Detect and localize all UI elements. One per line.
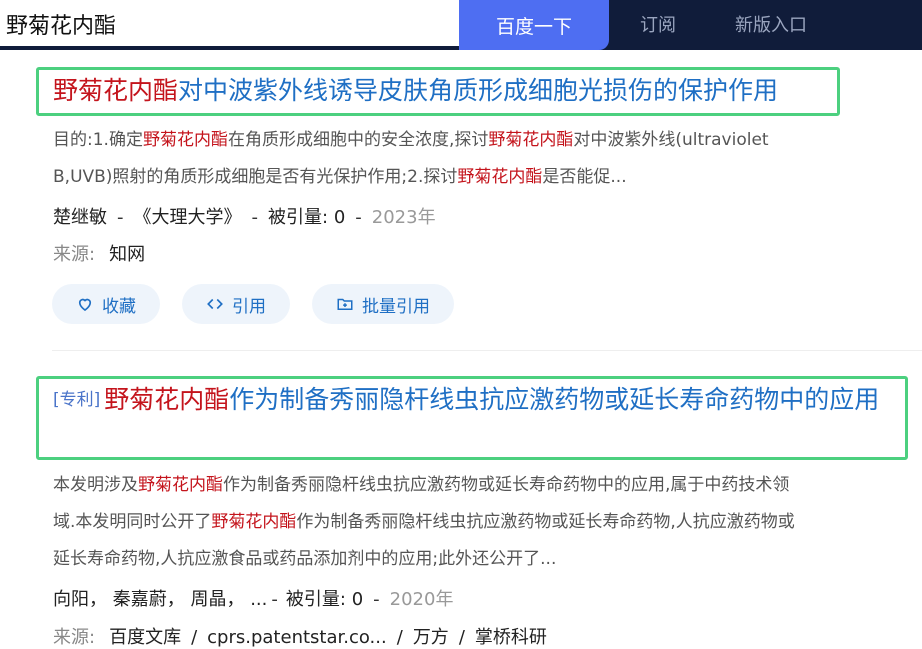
cite-button[interactable]: 引用 (182, 284, 290, 324)
citations-count: 0 (351, 589, 364, 610)
title-text: 对中波紫外线诱导皮肤角质形成细胞光损伤的保护作用 (178, 76, 779, 105)
source-link[interactable]: 百度文库 (109, 627, 181, 648)
batch-cite-button[interactable]: 批量引用 (312, 284, 454, 324)
source-link[interactable]: cprs.patentstar.co... (207, 627, 387, 648)
result-title-link[interactable]: [专利] 野菊花内酯作为制备秀丽隐杆线虫抗应激药物或延长寿命药物中的应用 (36, 376, 908, 460)
more-authors: ... (250, 589, 268, 610)
result-actions: 收藏 引用 批量引用 (52, 284, 454, 324)
search-query-text: 野菊花内酯 (6, 14, 117, 39)
result-abstract: 目的:1.确定野菊花内酯在角质形成细胞中的安全浓度,探讨野菊花内酯对中波紫外线(… (53, 130, 769, 187)
result-title-link[interactable]: 野菊花内酯对中波紫外线诱导皮肤角质形成细胞光损伤的保护作用 (36, 67, 840, 116)
journal-link[interactable]: 《大理大学》 (134, 207, 242, 228)
author-link[interactable]: 周晶， (190, 589, 244, 610)
result-source: 来源: 百度文库 / cprs.patentstar.co... / 万方 / 掌桥科研 (53, 627, 547, 648)
search-input[interactable]: 野菊花内酯 (0, 0, 460, 46)
heart-icon (78, 298, 92, 311)
title-highlight: 野菊花内酯 (104, 385, 230, 414)
result-meta: 楚继敏 - 《大理大学》 - 被引量: 0-2023年 (53, 207, 436, 228)
result-abstract: 本发明涉及野菊花内酯作为制备秀丽隐杆线虫抗应激药物或延长寿命药物中的应用,属于中… (53, 475, 795, 569)
result-meta: 向阳， 秦嘉蔚， 周晶， ... - 被引量: 0-2020年 (53, 589, 454, 610)
source-label: 来源: (53, 627, 96, 648)
source-link[interactable]: 掌桥科研 (475, 627, 547, 648)
nav-subscribe-link[interactable]: 订阅 (640, 11, 676, 37)
title-text: 作为制备秀丽隐杆线虫抗应激药物或延长寿命药物中的应用 (229, 385, 880, 414)
source-link[interactable]: 知网 (109, 244, 145, 265)
code-brackets-icon (207, 298, 223, 310)
title-highlight: 野菊花内酯 (53, 76, 179, 105)
author-link[interactable]: 楚继敏 (53, 207, 107, 228)
publish-year: 2020年 (389, 589, 454, 610)
citations-label: 被引量: (285, 589, 346, 610)
top-bar: 野菊花内酯 百度一下 订阅 新版入口 (0, 0, 922, 50)
folder-plus-icon (337, 298, 353, 310)
author-link[interactable]: 向阳， (53, 589, 107, 610)
source-link[interactable]: 万方 (413, 627, 449, 648)
author-link[interactable]: 秦嘉蔚， (113, 589, 185, 610)
favorite-button[interactable]: 收藏 (52, 284, 160, 324)
result-source: 来源: 知网 (53, 240, 145, 266)
patent-tag: [专利] (53, 390, 101, 410)
citations-label: 被引量: (268, 207, 329, 228)
citations-count: 0 (333, 207, 346, 228)
publish-year: 2023年 (371, 207, 436, 228)
nav-new-version-link[interactable]: 新版入口 (735, 11, 807, 37)
result-divider (52, 350, 922, 351)
source-label: 来源: (53, 244, 96, 265)
search-button[interactable]: 百度一下 (459, 0, 609, 50)
